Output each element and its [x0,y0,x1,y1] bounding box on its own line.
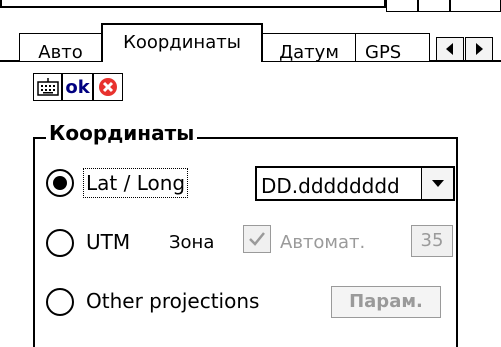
keyboard-icon [36,78,59,96]
ok-button[interactable]: ok [62,73,93,101]
tab-coordinates-label: Координаты [123,32,241,53]
chevron-down-icon [431,180,444,187]
close-icon [99,78,117,96]
auto-zone-checkbox[interactable] [243,225,271,253]
zone-number-field[interactable]: 35 [411,225,453,257]
keyboard-button[interactable] [33,73,62,101]
groupbox-title: Координаты [46,121,198,145]
top-window-edge [0,0,501,12]
tab-coordinates[interactable]: Координаты [101,23,263,64]
tab-scroll-left-button[interactable] [436,37,464,61]
utm-label[interactable]: UTM [86,230,130,254]
auto-zone-label: Автомат. [280,232,366,253]
tab-datum-label: Датум [279,42,339,63]
format-select-dropdown-button[interactable] [421,168,453,199]
arrow-left-icon [446,43,453,55]
tab-datum[interactable]: Датум [262,33,356,63]
format-select-value: DD.dddddddd [261,174,400,198]
format-select[interactable]: DD.dddddddd [255,166,455,201]
utm-radio[interactable] [46,229,74,257]
cancel-button[interactable] [93,73,123,101]
checkmark-icon [249,232,265,246]
params-button[interactable]: Парам. [331,286,441,318]
other-projections-label[interactable]: Other projections [86,289,259,313]
zone-label: Зона [169,232,215,253]
tab-scroll-right-button[interactable] [465,37,493,61]
tab-auto-label: Авто [38,42,83,63]
other-projections-radio[interactable] [46,288,74,316]
ok-label: ok [65,76,90,98]
tab-gps-label: GPS [365,42,402,63]
tab-auto[interactable]: Авто [19,33,102,63]
tab-gps[interactable]: GPS [355,33,430,63]
latlong-label[interactable]: Lat / Long [82,168,189,198]
latlong-radio[interactable] [46,169,74,197]
arrow-right-icon [476,43,483,55]
